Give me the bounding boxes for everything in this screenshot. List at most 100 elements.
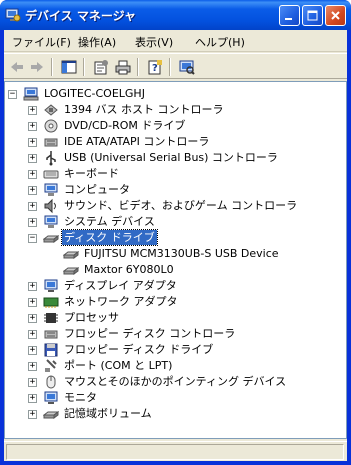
ide-controller-icon [44,138,58,147]
device-manager-icon [5,8,21,22]
status-bar [4,441,347,461]
tree-item-maxtor[interactable]: Maxtor 6Y080L0 [5,262,345,278]
tree-item-floppy-controller[interactable]: + フロッピー ディスク コントローラ [5,326,345,342]
show-hide-console-tree-button[interactable] [59,57,79,77]
expand-toggle[interactable]: + [28,330,37,339]
tree-item-label: 1394 バス ホスト コントローラ [64,103,224,116]
tree-item-computer[interactable]: + コンピュータ [5,182,345,198]
tree-root[interactable]: − LOGITEC-COELGHJ [5,86,345,102]
device-tree[interactable]: − LOGITEC-COELGHJ + 1394 バス ホスト コントローラ +… [4,81,347,439]
floppy-drive-icon [44,343,58,357]
tree-item-label: コンピュータ [64,183,130,196]
expand-toggle[interactable]: + [28,362,37,371]
forward-button[interactable] [27,57,47,77]
tree-item-system[interactable]: + システム デバイス [5,214,345,230]
back-arrow-icon [11,62,23,72]
expand-toggle[interactable]: + [28,106,37,115]
tree-item-label: 記憶域ボリューム [64,407,152,420]
help-button[interactable]: ? [145,57,165,77]
floppy-controller-icon [44,330,58,339]
tree-item-label-selected: ディスク ドライブ [61,229,158,246]
tree-item-dvd[interactable]: + DVD/CD-ROM ドライブ [5,118,345,134]
tree-item-label: ネットワーク アダプタ [64,295,178,308]
expand-toggle[interactable]: + [28,282,37,291]
expand-toggle[interactable]: + [28,154,37,163]
port-icon [45,359,57,372]
toolbar-separator [51,58,53,76]
properties-button[interactable] [91,57,111,77]
tree-item-keyboard[interactable]: + キーボード [5,166,345,182]
tree-item-monitor[interactable]: + モニタ [5,390,345,406]
tree-root-label: LOGITEC-COELGHJ [44,87,145,100]
tree-item-fujitsu[interactable]: FUJITSU MCM3130UB-S USB Device [5,246,345,262]
expand-toggle[interactable]: + [28,138,37,147]
tree-item-label: ディスプレイ アダプタ [64,279,177,292]
collapse-toggle[interactable]: − [28,234,37,243]
menu-bar: ファイル(F) 操作(A) 表示(V) ヘルプ(H) [4,30,347,52]
window-title: デバイス マネージャ [25,9,136,23]
monitor-icon [44,391,58,404]
menu-action[interactable]: 操作(A) [78,34,116,50]
tree-item-disk-drives[interactable]: − ディスク ドライブ [5,229,345,246]
tree-item-label: フロッピー ディスク コントローラ [64,327,236,340]
tree-item-label: Maxtor 6Y080L0 [84,263,174,276]
device-manager-window: デバイス マネージャ ファイル(F) 操作(A) 表示(V) ヘルプ(H) ? … [0,0,351,465]
print-button[interactable] [113,57,133,77]
expand-toggle[interactable]: + [28,122,37,131]
expand-toggle[interactable]: + [28,218,37,227]
tree-item-label: ポート (COM と LPT) [64,359,173,372]
menu-help[interactable]: ヘルプ(H) [195,34,245,50]
expand-toggle[interactable]: + [28,394,37,403]
tree-item-label: システム デバイス [64,215,155,228]
keyboard-icon [43,170,59,179]
tree-item-storage-volumes[interactable]: + 記憶域ボリューム [5,406,345,422]
properties-icon [94,60,108,75]
maximize-button[interactable] [302,5,323,26]
tree-item-label: FUJITSU MCM3130UB-S USB Device [84,247,279,260]
scan-hardware-button[interactable] [177,57,197,77]
printer-icon [115,60,131,75]
menu-view[interactable]: 表示(V) [135,34,173,50]
expand-toggle[interactable]: + [28,378,37,387]
scan-hardware-icon [179,60,195,75]
expand-toggle[interactable]: + [28,410,37,419]
system-devices-icon [44,215,58,228]
computer-icon [44,183,58,196]
tree-item-1394[interactable]: + 1394 バス ホスト コントローラ [5,102,345,118]
mouse-icon [46,375,56,389]
minimize-icon [285,18,292,20]
tree-item-label: モニタ [64,391,97,404]
minimize-button[interactable] [279,5,300,26]
usb-icon [46,151,56,166]
expand-toggle[interactable]: + [28,170,37,179]
menu-file[interactable]: ファイル(F) [12,34,71,50]
expand-toggle[interactable]: + [28,314,37,323]
storage-volume-icon [43,411,59,419]
disk-drive-icon [63,267,79,275]
toolbar: ? [4,53,347,79]
tree-item-label: サウンド、ビデオ、およびゲーム コントローラ [64,199,298,212]
tree-item-ports[interactable]: + ポート (COM と LPT) [5,358,345,374]
processor-icon [44,313,58,323]
tree-item-network[interactable]: + ネットワーク アダプタ [5,294,345,310]
tree-item-ide[interactable]: + IDE ATA/ATAPI コントローラ [5,134,345,150]
tree-item-usb[interactable]: + USB (Universal Serial Bus) コントローラ [5,150,345,166]
tree-item-processor[interactable]: + プロセッサ [5,310,345,326]
display-adapter-icon [44,279,58,292]
expand-toggle[interactable]: + [28,298,37,307]
close-button[interactable] [325,5,346,26]
title-bar[interactable]: デバイス マネージャ [0,0,351,30]
collapse-toggle[interactable]: − [8,90,17,99]
expand-toggle[interactable]: + [28,186,37,195]
expand-toggle[interactable]: + [28,346,37,355]
tree-item-mouse[interactable]: + マウスとそのほかのポインティング デバイス [5,374,345,390]
tree-item-floppy-drive[interactable]: + フロッピー ディスク ドライブ [5,342,345,358]
client-area: ファイル(F) 操作(A) 表示(V) ヘルプ(H) ? − LOGITEC-C… [4,30,347,461]
tree-item-display[interactable]: + ディスプレイ アダプタ [5,278,345,294]
speaker-icon [44,198,56,214]
expand-toggle[interactable]: + [28,202,37,211]
tree-item-label: プロセッサ [64,311,119,324]
tree-item-label: フロッピー ディスク ドライブ [64,343,214,356]
back-button[interactable] [7,57,27,77]
tree-item-sound[interactable]: + サウンド、ビデオ、およびゲーム コントローラ [5,198,345,214]
